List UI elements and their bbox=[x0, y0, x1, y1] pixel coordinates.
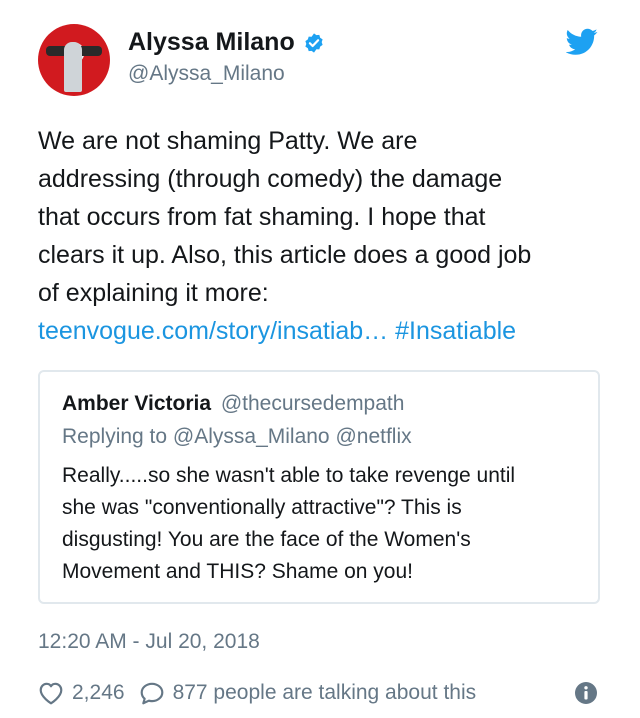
reply-bubble-icon[interactable] bbox=[139, 681, 165, 705]
tweet-text: We are not shaming Patty. We are address… bbox=[38, 122, 613, 350]
hashtag-link[interactable]: #Insatiable bbox=[395, 317, 516, 345]
avatar[interactable] bbox=[38, 24, 110, 96]
author-name-row: Alyssa Milano bbox=[128, 28, 325, 57]
heart-icon[interactable] bbox=[38, 681, 64, 705]
quoted-author-handle: @thecursedempath bbox=[220, 392, 405, 415]
tweet-text-line: clears it up. Also, this article does a … bbox=[38, 241, 532, 269]
quoted-tweet-header: Amber Victoria @thecursedempath bbox=[62, 392, 404, 416]
like-count: 2,246 bbox=[72, 681, 125, 704]
author-handle[interactable]: @Alyssa_Milano bbox=[128, 62, 285, 86]
quoted-replying-to: Replying to @Alyssa_Milano @netflix bbox=[62, 425, 412, 448]
tweet-text-line: of explaining it more: bbox=[38, 279, 269, 307]
quoted-author-name: Amber Victoria bbox=[62, 392, 211, 415]
quoted-text-line: Really.....so she wasn't able to take re… bbox=[62, 464, 516, 487]
engagement-bar: 2,246 877 people are talking about this bbox=[38, 677, 610, 709]
tweet-text-line: addressing (through comedy) the damage bbox=[38, 165, 503, 193]
like-action[interactable]: 2,246 bbox=[38, 681, 125, 705]
tweet-text-line: that occurs from fat shaming. I hope tha… bbox=[38, 203, 486, 231]
avatar-statue bbox=[64, 42, 82, 92]
talking-count: 877 people are talking about this bbox=[172, 681, 477, 704]
quoted-tweet[interactable]: Amber Victoria @thecursedempath Replying… bbox=[38, 370, 600, 604]
quoted-text-line: disgusting! You are the face of the Wome… bbox=[62, 528, 471, 551]
reply-action[interactable]: 877 people are talking about this bbox=[139, 681, 477, 705]
info-icon[interactable] bbox=[574, 681, 598, 705]
quoted-tweet-text: Really.....so she wasn't able to take re… bbox=[62, 460, 587, 588]
quoted-text-line: Movement and THIS? Shame on you! bbox=[62, 560, 413, 583]
twitter-bird-icon[interactable] bbox=[566, 28, 598, 56]
verified-badge-icon bbox=[305, 32, 323, 53]
quoted-text-line: she was "conventionally attractive"? Thi… bbox=[62, 496, 462, 519]
tweet-link-line: teenvogue.com/story/insatiab… #Insatiabl… bbox=[38, 312, 613, 350]
tweet-text-line: We are not shaming Patty. We are bbox=[38, 127, 418, 155]
author-name[interactable]: Alyssa Milano bbox=[128, 28, 295, 57]
article-link[interactable]: teenvogue.com/story/insatiab… bbox=[38, 317, 388, 345]
tweet-timestamp[interactable]: 12:20 AM - Jul 20, 2018 bbox=[38, 630, 260, 654]
